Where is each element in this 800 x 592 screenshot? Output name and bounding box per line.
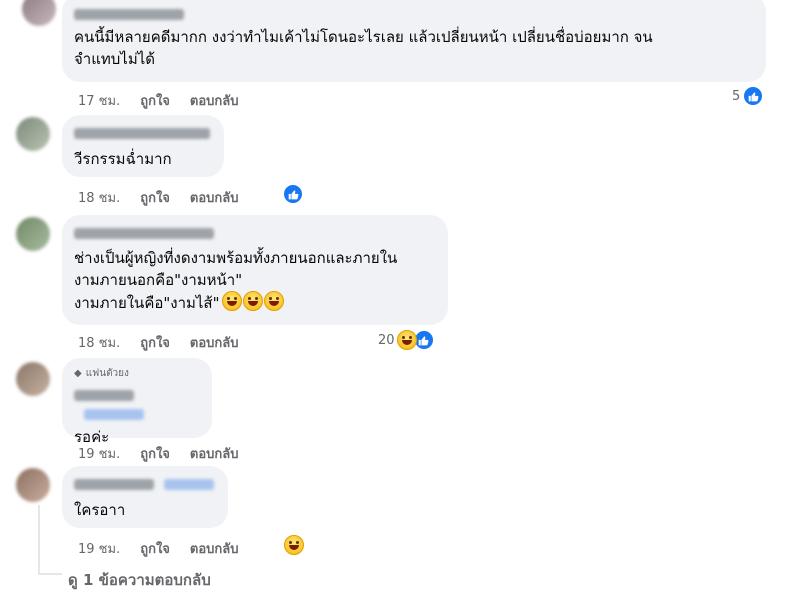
comment-text: ใครอาา [74,501,126,519]
comment-text: วีรกรรมฉ่ำมาก [74,150,172,168]
comment-time[interactable]: 19 ชม. [78,443,120,464]
reply-button[interactable]: ตอบกลับ [190,187,239,208]
commenter-name[interactable] [74,390,134,401]
comment-bubble: วีรกรรมฉ่ำมาก [62,115,224,177]
comment-time[interactable]: 17 ชม. [78,90,120,111]
avatar[interactable] [16,217,50,251]
like-button[interactable]: ถูกใจ [140,90,170,111]
comment-actions: 18 ชม. ถูกใจ ตอบกลับ [78,332,239,353]
reply-button[interactable]: ตอบกลับ [190,332,239,353]
reply-thread-curve [38,573,62,575]
reply-thread-line [38,505,40,575]
commenter-name[interactable] [74,479,154,490]
avatar[interactable] [16,362,50,396]
laughing-emoji-icon [221,291,242,311]
like-button[interactable]: ถูกใจ [140,187,170,208]
comment-time[interactable]: 19 ชม. [78,538,120,559]
commenter-name[interactable] [74,228,214,239]
comment-actions: 18 ชม. ถูกใจ ตอบกลับ [78,187,239,208]
reaction-count: 5 [732,88,741,104]
comment-actions: 19 ชม. ถูกใจ ตอบกลับ [78,538,239,559]
diamond-icon: ◆ [74,368,82,379]
like-button[interactable]: ถูกใจ [140,538,170,559]
laughing-emoji-icon [242,291,263,311]
comment-bubble: คนนี้มีหลายคดีมากก งงว่าทำไมเค้าไม่โดนอะ… [62,0,766,82]
reply-button[interactable]: ตอบกลับ [190,90,239,111]
comment-actions: 19 ชม. ถูกใจ ตอบกลับ [78,443,239,464]
haha-icon [284,535,304,555]
like-icon [282,183,304,205]
comment-text: คนนี้มีหลายคดีมากก งงว่าทำไมเค้าไม่โดนอะ… [74,28,653,68]
avatar[interactable] [22,0,56,26]
reaction-count: 20 [378,332,395,348]
reply-button[interactable]: ตอบกลับ [190,443,239,464]
commenter-name[interactable] [74,128,210,139]
comment-time[interactable]: 18 ชม. [78,187,120,208]
reply-button[interactable]: ตอบกลับ [190,538,239,559]
comment-bubble: ใครอาา [62,466,228,528]
commenter-name[interactable] [74,9,184,20]
laughing-emoji-icon [263,291,284,311]
reaction-summary[interactable] [282,183,304,205]
commenter-name-blur [84,409,144,420]
view-replies-link[interactable]: ดู 1 ข้อความตอบกลับ [68,568,211,592]
badge-label: แฟนตัวยง [85,368,129,379]
reaction-summary[interactable] [284,535,304,555]
emoji-group [221,291,284,311]
like-button[interactable]: ถูกใจ [140,332,170,353]
comment-bubble: ◆ แฟนตัวยง รอค่ะ [62,358,212,446]
top-fan-badge: ◆ แฟนตัวยง [74,366,200,381]
reaction-summary[interactable]: 20 [378,329,435,351]
reaction-summary[interactable]: 5 [732,85,765,107]
comment-actions: 17 ชม. ถูกใจ ตอบกลับ [78,90,239,111]
comment-time[interactable]: 18 ชม. [78,332,120,353]
avatar[interactable] [16,117,50,151]
avatar[interactable] [16,468,50,502]
like-button[interactable]: ถูกใจ [140,443,170,464]
like-icon [742,85,765,107]
comment-bubble: ช่างเป็นผู้หญิงที่งดงามพร้อมทั้งภายนอกแล… [62,215,448,325]
commenter-name-blur [164,479,214,490]
haha-icon [396,330,417,350]
